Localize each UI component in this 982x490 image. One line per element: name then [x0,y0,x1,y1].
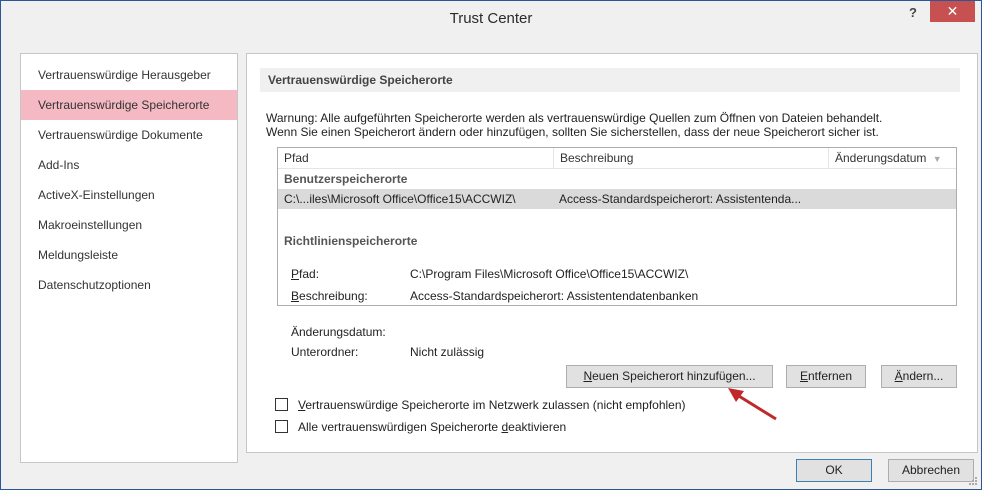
cell-description: Access-Standardspeicherort: Assistentend… [559,192,802,206]
sidebar-item-trusted-locations[interactable]: Vertrauenswürdige Speicherorte [21,90,237,120]
detail-description-label: Beschreibung: [291,289,368,303]
disable-all-locations-checkbox[interactable] [275,420,288,433]
section-heading: Vertrauenswürdige Speicherorte [260,68,960,92]
allow-network-locations-label[interactable]: Vertrauenswürdige Speicherorte im Netzwe… [298,398,686,412]
group-heading-user-locations: Benutzerspeicherorte [284,172,408,186]
sidebar-item-message-bar[interactable]: Meldungsleiste [21,240,237,270]
sidebar-item-trusted-documents[interactable]: Vertrauenswürdige Dokumente [21,120,237,150]
detail-path-value: C:\Program Files\Microsoft Office\Office… [410,267,689,281]
detail-subfolders-label: Unterordner: [291,345,359,359]
detail-description-value: Access-Standardspeicherort: Assistentend… [410,289,699,303]
disable-all-locations-label[interactable]: Alle vertrauenswürdigen Speicherorte dea… [298,420,566,434]
ok-button[interactable]: OK [796,459,872,482]
locations-table: Pfad Beschreibung Änderungsdatum ▼ Benut… [277,147,957,306]
group-heading-policy-locations: Richtlinienspeicherorte [284,234,418,248]
trust-center-dialog: Trust Center ? ✕ Vertrauenswürdige Herau… [0,0,982,490]
help-button[interactable]: ? [900,2,926,24]
close-icon: ✕ [946,3,959,19]
modify-button[interactable]: Ändern... [881,365,957,388]
table-row[interactable]: C:\...iles\Microsoft Office\Office15\ACC… [278,189,956,209]
detail-date-label: Änderungsdatum: [291,325,386,339]
sort-descending-icon: ▼ [932,154,942,164]
column-header-date[interactable]: Änderungsdatum ▼ [828,148,956,168]
column-header-path[interactable]: Pfad [278,148,553,168]
detail-subfolders-value: Nicht zulässig [410,345,485,359]
dialog-title: Trust Center [449,10,533,27]
warning-text: Warnung: Alle aufgeführten Speicherorte … [266,111,966,139]
cancel-button[interactable]: Abbrechen [888,459,974,482]
sidebar-item-trusted-publishers[interactable]: Vertrauenswürdige Herausgeber [21,60,237,90]
column-header-description[interactable]: Beschreibung [553,148,828,168]
column-header-date-label: Änderungsdatum [835,151,927,165]
remove-button[interactable]: Entfernen [786,365,866,388]
sidebar-item-add-ins[interactable]: Add-Ins [21,150,237,180]
title-bar: Trust Center ? ✕ [1,1,981,37]
resize-grip-icon[interactable] [968,476,978,486]
detail-path-label: Pfad: [291,267,320,281]
warning-line-2: Wenn Sie einen Speicherort ändern oder h… [266,125,879,139]
sidebar-item-activex[interactable]: ActiveX-Einstellungen [21,180,237,210]
category-sidebar: Vertrauenswürdige Herausgeber Vertrauens… [20,53,238,463]
sidebar-item-privacy[interactable]: Datenschutzoptionen [21,270,237,300]
cell-path: C:\...iles\Microsoft Office\Office15\ACC… [284,192,516,206]
sidebar-item-macro-settings[interactable]: Makroeinstellungen [21,210,237,240]
annotation-arrow-icon [728,388,777,421]
allow-network-locations-checkbox[interactable] [275,398,288,411]
warning-line-1: Warnung: Alle aufgeführten Speicherorte … [266,111,883,125]
trusted-locations-panel: Vertrauenswürdige Speicherorte Warnung: … [246,53,978,453]
table-header: Pfad Beschreibung Änderungsdatum ▼ [278,148,956,169]
close-button[interactable]: ✕ [930,1,975,22]
